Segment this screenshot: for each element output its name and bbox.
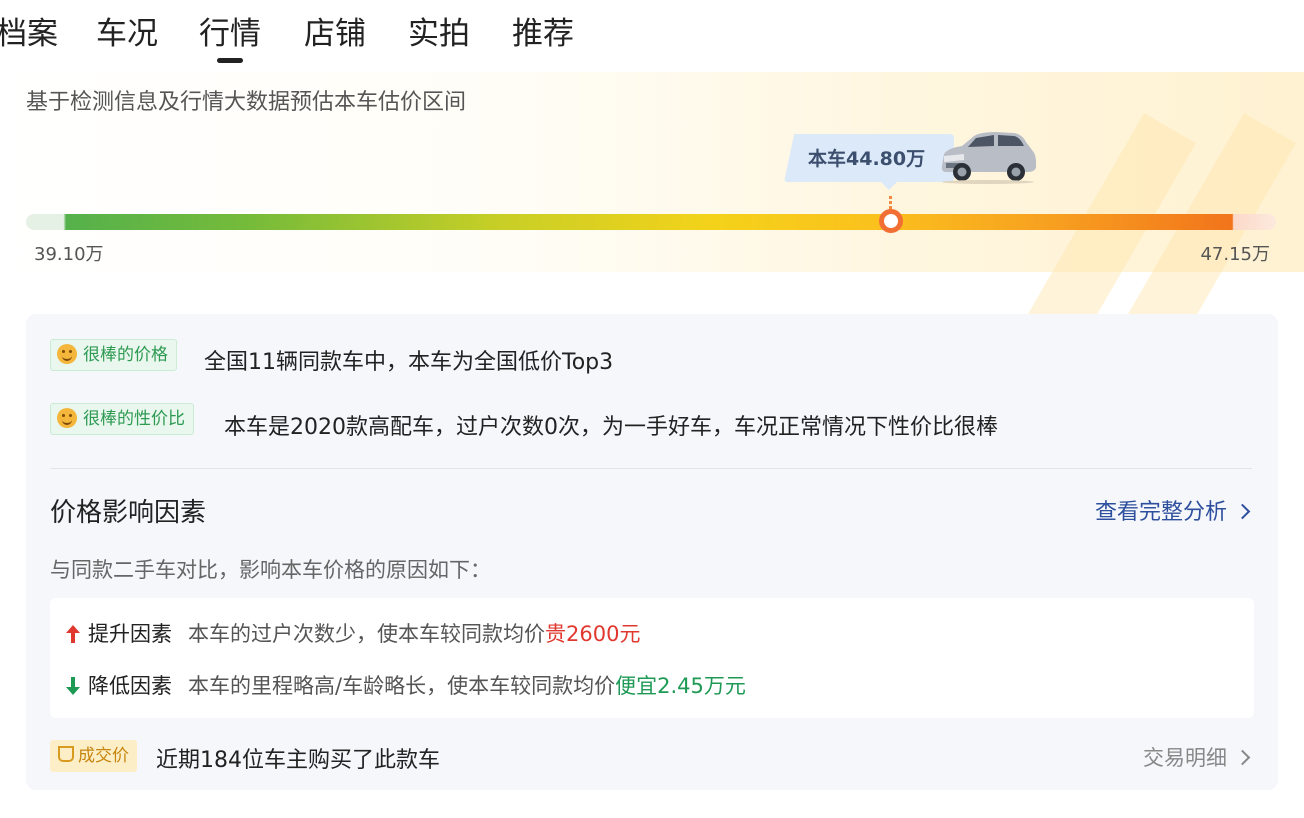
- smiling-face-icon: [57, 344, 77, 364]
- tab-market[interactable]: 行情: [199, 12, 261, 63]
- chevron-right-icon: [1234, 749, 1251, 766]
- transaction-details-label: 交易明细: [1143, 746, 1227, 770]
- tab-archive[interactable]: 档案: [0, 12, 58, 56]
- great-value-badge-label: 很棒的性价比: [83, 409, 185, 429]
- deal-price-badge: 成交价: [50, 740, 137, 772]
- lower-factor-value: 便宜2.45万元: [615, 674, 746, 698]
- pill-pointer: [881, 182, 897, 190]
- price-factors-title: 价格影响因素: [50, 498, 207, 528]
- compare-description: 与同款二手车对比，影响本车价格的原因如下：: [50, 558, 491, 582]
- tab-condition[interactable]: 车况: [96, 12, 158, 56]
- view-full-analysis-link[interactable]: 查看完整分析: [1094, 494, 1251, 526]
- view-full-analysis-label: 查看完整分析: [1094, 500, 1227, 525]
- arrow-down-icon: [66, 677, 80, 695]
- car-price-marker: [879, 209, 903, 233]
- car-image: [941, 132, 1036, 184]
- range-min-price: 39.10万: [34, 244, 104, 265]
- raise-factor-label: 提升因素: [88, 622, 172, 646]
- tab-photos[interactable]: 实拍: [408, 12, 470, 56]
- tab-store[interactable]: 店铺: [304, 12, 366, 56]
- great-price-badge: 很棒的价格: [50, 339, 177, 371]
- raise-factor-value: 贵2600元: [545, 622, 641, 646]
- price-analysis-card: [26, 314, 1278, 790]
- transaction-details-link[interactable]: 交易明细: [1143, 742, 1251, 772]
- price-tag-icon: [58, 746, 74, 762]
- great-value-badge: 很棒的性价比: [50, 403, 194, 435]
- lower-factor-desc: 本车的里程略高/车龄略长，使本车较同款均价: [188, 674, 616, 698]
- recent-buyers-text: 近期184位车主购买了此款车: [156, 748, 440, 773]
- lower-factor-label: 降低因素: [88, 674, 172, 698]
- great-price-text: 全国11辆同款车中，本车为全国低价Top3: [204, 350, 614, 375]
- tab-recommend[interactable]: 推荐: [512, 12, 574, 56]
- great-value-text: 本车是2020款高配车，过户次数0次，为一手好车，车况正常情况下性价比很棒: [224, 415, 998, 440]
- raise-factor-desc: 本车的过户次数少，使本车较同款均价: [188, 622, 545, 646]
- factors-box: [50, 598, 1254, 718]
- price-marker-connector: [889, 196, 892, 210]
- deal-price-badge-label: 成交价: [78, 746, 129, 766]
- price-range-bar: [26, 214, 1276, 230]
- range-max-price: 47.15万: [1200, 244, 1270, 265]
- chevron-right-icon: [1234, 503, 1251, 520]
- estimate-subtitle: 基于检测信息及行情大数据预估本车估价区间: [26, 90, 467, 115]
- raise-factor-row: 提升因素 本车的过户次数少，使本车较同款均价贵2600元: [66, 618, 640, 648]
- arrow-up-icon: [66, 625, 80, 643]
- smiling-face-icon: [57, 408, 77, 428]
- divider: [50, 468, 1252, 469]
- lower-factor-row: 降低因素 本车的里程略高/车龄略长，使本车较同款均价便宜2.45万元: [66, 670, 746, 700]
- car-price-label: 本车44.80万: [808, 148, 926, 170]
- great-price-badge-label: 很棒的价格: [83, 345, 168, 365]
